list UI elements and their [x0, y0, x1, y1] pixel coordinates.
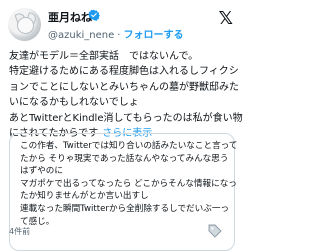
post-card: 亜月ねね @azuki_nene · フォローする 𝕏 友達がモデル＝全部実話 では… — [0, 0, 244, 251]
quoted-text-line: この作者、Twitterでは知り合いの話みたいなこと言って — [20, 141, 238, 151]
post-timestamp[interactable]: 4件前 — [9, 226, 30, 237]
quoted-post[interactable]: この作者、Twitterでは知り合いの話みたいなこと言って たから そりゃ現実で… — [9, 133, 238, 251]
post-text: 友達がモデル＝全部実話 ではないんで。 特定避けるためにある程度脚色は入れるしフ… — [9, 49, 243, 141]
post-text-line: ョンでことにしないとみいちゃんの墓が野獣邸みた — [9, 81, 239, 93]
avatar[interactable] — [8, 8, 41, 41]
follow-button[interactable]: フォローする — [123, 30, 183, 41]
x-logo-icon[interactable]: 𝕏 — [218, 10, 233, 28]
post-text-line: あとTwitterとKindle消してもらったのは私が食い物 — [9, 112, 243, 124]
quoted-text-line: たか知りませんがとか言い出すし — [20, 191, 149, 202]
quoted-text-line: て感じ。 — [20, 216, 55, 227]
display-name[interactable]: 亜月ねね — [48, 9, 92, 25]
post-header: 亜月ねね @azuki_nene · フォローする 𝕏 — [8, 6, 236, 42]
separator-dot: · — [117, 30, 121, 41]
avatar-face — [17, 17, 34, 34]
user-handle[interactable]: @azuki_nene — [48, 30, 114, 41]
verified-badge-icon — [88, 9, 100, 21]
post-text-line: いになるかもしれないでしょ — [9, 97, 139, 109]
post-text-line: 特定避けるためにある程度脚色は入れるしフィクシ — [9, 66, 239, 78]
tag-icon — [208, 224, 222, 238]
handle-row: @azuki_nene · フォローする — [48, 26, 183, 41]
quoted-text-line: マガポケで出るってなったら どこからそんな情報になっ — [20, 178, 237, 189]
post-text-line: 友達がモデル＝全部実話 ではないんで。 — [9, 51, 199, 62]
quoted-text-line: たから そりゃ現実であった話なんやなってみんな思う — [20, 153, 229, 164]
quoted-text-line: 連載なった瞬間Twitterから全削除するしでだいぶ一っ — [20, 203, 230, 214]
quoted-text-line: はずやのに — [20, 166, 63, 177]
